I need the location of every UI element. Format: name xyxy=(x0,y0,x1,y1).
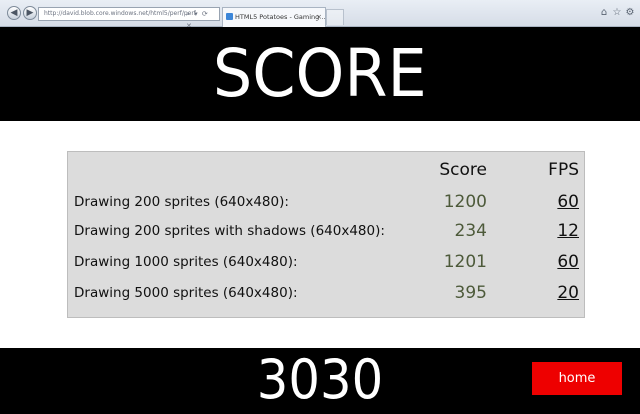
row-fps-link[interactable]: 12 xyxy=(557,216,579,246)
row-fps-link[interactable]: 20 xyxy=(557,278,579,308)
address-bar-icons[interactable]: ⌕ ▾ ⟳ ✕ xyxy=(186,8,218,30)
row-label: Drawing 1000 sprites (640x480): xyxy=(74,254,298,270)
header-band: SCORE xyxy=(0,27,640,121)
result-row: Drawing 200 sprites (640x480): 1200 60 xyxy=(68,187,584,217)
row-fps-link[interactable]: 60 xyxy=(557,247,579,277)
score-column-header: Score xyxy=(439,160,487,180)
tab-favicon-icon xyxy=(226,13,233,20)
result-row: Drawing 5000 sprites (640x480): 395 20 xyxy=(68,278,584,308)
row-score: 234 xyxy=(454,221,487,241)
fps-column-header: FPS xyxy=(548,160,579,180)
browser-tab[interactable]: HTML5 Potatoes - Gaming ... × xyxy=(222,7,326,27)
browser-toolbar: ◀ ▶ http://david.blob.core.windows.net/h… xyxy=(0,0,640,30)
row-score: 1200 xyxy=(443,192,487,212)
row-score: 1201 xyxy=(443,252,487,272)
settings-gear-icon[interactable]: ⚙ xyxy=(624,7,636,19)
tab-title: HTML5 Potatoes - Gaming ... xyxy=(235,13,326,21)
result-row: Drawing 200 sprites with shadows (640x48… xyxy=(68,216,584,246)
row-label: Drawing 200 sprites with shadows (640x48… xyxy=(74,223,385,239)
total-score: 3030 xyxy=(256,348,384,411)
row-label: Drawing 200 sprites (640x480): xyxy=(74,194,289,210)
home-button[interactable]: home xyxy=(532,362,622,395)
new-tab-button[interactable] xyxy=(326,9,344,25)
results-panel: Score FPS Drawing 200 sprites (640x480):… xyxy=(67,151,585,318)
row-score: 395 xyxy=(454,283,487,303)
favorites-star-icon[interactable]: ☆ xyxy=(611,7,623,19)
home-icon[interactable]: ⌂ xyxy=(598,7,610,19)
tab-close-icon[interactable]: × xyxy=(316,8,322,26)
row-label: Drawing 5000 sprites (640x480): xyxy=(74,285,298,301)
back-button[interactable]: ◀ xyxy=(7,6,21,20)
result-row: Drawing 1000 sprites (640x480): 1201 60 xyxy=(68,247,584,277)
row-fps-link[interactable]: 60 xyxy=(557,187,579,217)
page-title: SCORE xyxy=(213,35,427,112)
forward-button[interactable]: ▶ xyxy=(23,6,37,20)
